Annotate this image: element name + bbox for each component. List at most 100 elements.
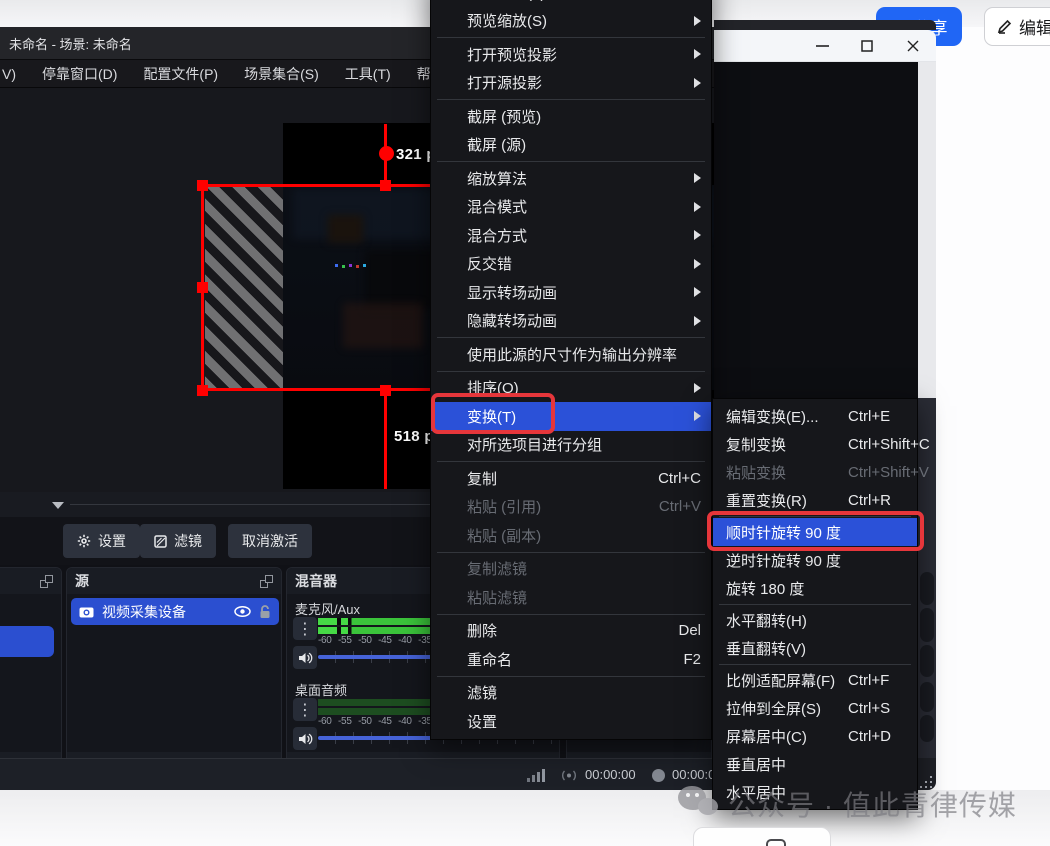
edit-button[interactable]: 编辑	[984, 7, 1050, 46]
filters-button[interactable]: 滤镜	[140, 524, 216, 558]
menu-item-group-selected[interactable]: 对所选项目进行分组	[431, 431, 711, 460]
dropdown-arrow-icon[interactable]	[52, 502, 64, 509]
speaker-icon	[298, 733, 312, 745]
selection-handle-topcenter[interactable]	[380, 180, 391, 191]
menu-item-preview-zoom[interactable]: 预览缩放(S)	[431, 7, 711, 36]
filter-icon	[154, 535, 167, 548]
obs-statusbar: 00:00:00 00:00:00	[0, 758, 714, 790]
submenu-item-flip-horizontal[interactable]: 水平翻转(H)	[713, 606, 917, 634]
toolbar-tool-icon[interactable]	[766, 839, 786, 846]
settings-label: 设置	[98, 531, 126, 551]
menu-item-rename[interactable]: 重命名F2	[431, 645, 711, 674]
popout-icon[interactable]	[260, 575, 273, 588]
submenu-item-stretch-to-screen[interactable]: 拉伸到全屏(S)Ctrl+S	[713, 694, 917, 722]
unlock-icon[interactable]	[259, 605, 271, 619]
submenu-item-flip-vertical[interactable]: 垂直翻转(V)	[713, 634, 917, 662]
dimension-line-bottom	[384, 390, 387, 489]
menu-item-screenshot-source[interactable]: 截屏 (源)	[431, 131, 711, 160]
connection-bars-icon	[527, 769, 545, 782]
menu-item-show-transition[interactable]: 显示转场动画	[431, 278, 711, 307]
menu-item-source-projector[interactable]: 打开源投影	[431, 69, 711, 98]
submenu-item-center-vertical[interactable]: 垂直居中	[713, 750, 917, 778]
out-of-canvas-hatch	[205, 185, 283, 389]
channel-menu-dots-button[interactable]: ⋮	[293, 698, 317, 721]
scenes-dock	[0, 567, 62, 780]
rotation-handle[interactable]	[379, 146, 394, 161]
settings-button[interactable]: 设置	[63, 524, 140, 558]
deactivate-label: 取消激活	[242, 531, 298, 551]
submenu-item-paste-transform[interactable]: 粘贴变换Ctrl+Shift+V	[713, 458, 917, 486]
selection-handle-bottomcenter[interactable]	[380, 385, 391, 396]
popout-icon[interactable]	[40, 575, 53, 588]
submenu-item-center-to-screen[interactable]: 屏幕居中(C)Ctrl+D	[713, 722, 917, 750]
speaker-mute-button[interactable]	[293, 727, 317, 750]
stream-time: 00:00:00	[585, 767, 636, 782]
maximize-button[interactable]	[850, 30, 884, 62]
sources-dock-title: 源	[75, 571, 89, 591]
context-menu: 锁定预览(L) 预览缩放(S) 打开预览投影 打开源投影 截屏 (预览) 截屏 …	[430, 0, 712, 740]
eye-visible-icon[interactable]	[234, 606, 251, 617]
submenu-arrow-icon	[694, 78, 701, 88]
menu-item-filters[interactable]: 滤镜	[431, 679, 711, 708]
annotation-box-rotate-cw	[707, 511, 924, 551]
submenu-arrow-icon	[694, 202, 701, 212]
wechat-logo-icon	[678, 784, 722, 824]
menu-item-paste-filters[interactable]: 粘贴滤镜	[431, 583, 711, 612]
menubar-item-docks[interactable]: 停靠窗口(D)	[42, 64, 117, 84]
menu-item-blend-mode[interactable]: 混合模式	[431, 193, 711, 222]
mixer-channel-name: 桌面音频	[295, 680, 347, 699]
sources-dock: 源 视频采集设备 +	[66, 567, 282, 780]
menu-item-preview-projector[interactable]: 打开预览投影	[431, 40, 711, 69]
screenshot-root: 分享 编辑 未命名 - 场景: 未命名 V) 停靠窗口(D) 配置文件(P) 场…	[0, 0, 1050, 846]
submenu-item-reset-transform[interactable]: 重置变换(R)Ctrl+R	[713, 486, 917, 514]
menu-item-copy[interactable]: 复制Ctrl+C	[431, 464, 711, 493]
viewer-bottom-toolbar	[693, 827, 831, 846]
record-dot-icon	[652, 769, 665, 782]
channel-menu-dots-button[interactable]: ⋮	[293, 617, 317, 640]
annotation-box-transform	[431, 393, 555, 434]
submenu-arrow-icon	[694, 16, 701, 26]
selection-handle-midleft[interactable]	[197, 282, 208, 293]
speaker-mute-button[interactable]	[293, 646, 317, 669]
close-button[interactable]	[896, 30, 930, 62]
submenu-arrow-icon	[694, 230, 701, 240]
selection-handle-bottomleft[interactable]	[197, 385, 208, 396]
menubar-item-profile[interactable]: 配置文件(P)	[143, 64, 218, 84]
source-row-video-capture[interactable]: 视频采集设备	[71, 598, 279, 625]
submenu-item-edit-transform[interactable]: 编辑变换(E)...Ctrl+E	[713, 402, 917, 430]
submenu-item-rotate-180[interactable]: 旋转 180 度	[713, 574, 917, 602]
menu-item-remove[interactable]: 删除Del	[431, 617, 711, 646]
submenu-arrow-icon	[694, 173, 701, 183]
submenu-arrow-icon	[694, 287, 701, 297]
menubar-item-scene-collection[interactable]: 场景集合(S)	[244, 64, 319, 84]
submenu-item-fit-to-screen[interactable]: 比例适配屏幕(F)Ctrl+F	[713, 666, 917, 694]
filters-label: 滤镜	[174, 531, 202, 551]
record-time: 00:00:00	[672, 767, 714, 782]
menu-item-paste-dup[interactable]: 粘贴 (副本)	[431, 521, 711, 550]
menu-item-resize-output[interactable]: 使用此源的尺寸作为输出分辨率	[431, 340, 711, 369]
submenu-arrow-icon	[694, 411, 701, 421]
menu-item-paste-ref[interactable]: 粘贴 (引用)Ctrl+V	[431, 493, 711, 522]
speaker-icon	[298, 652, 312, 664]
minimize-button[interactable]	[805, 30, 839, 62]
selection-handle-topleft[interactable]	[197, 180, 208, 191]
source-label: 视频采集设备	[102, 602, 226, 622]
transform-submenu: 编辑变换(E)...Ctrl+E 复制变换Ctrl+Shift+C 粘贴变换Ct…	[712, 398, 918, 810]
menu-item-scale-filtering[interactable]: 缩放算法	[431, 164, 711, 193]
menubar-item-tools[interactable]: 工具(T)	[345, 64, 391, 84]
divider	[70, 504, 430, 505]
menu-item-copy-filters[interactable]: 复制滤镜	[431, 555, 711, 584]
deactivate-button[interactable]: 取消激活	[228, 524, 312, 558]
menu-item-blend-method[interactable]: 混合方式	[431, 221, 711, 250]
menubar-item-view[interactable]: V)	[2, 66, 16, 82]
scene-list-item-selected[interactable]	[0, 626, 54, 657]
floating-window-right-strip	[918, 62, 936, 398]
submenu-item-copy-transform[interactable]: 复制变换Ctrl+Shift+C	[713, 430, 917, 458]
gear-icon	[77, 534, 91, 548]
menu-item-properties[interactable]: 设置	[431, 707, 711, 736]
menu-item-screenshot-preview[interactable]: 截屏 (预览)	[431, 102, 711, 131]
menu-item-deinterlace[interactable]: 反交错	[431, 250, 711, 279]
pencil-icon	[997, 19, 1012, 34]
menu-item-hide-transition[interactable]: 隐藏转场动画	[431, 307, 711, 336]
submenu-arrow-icon	[694, 383, 701, 393]
